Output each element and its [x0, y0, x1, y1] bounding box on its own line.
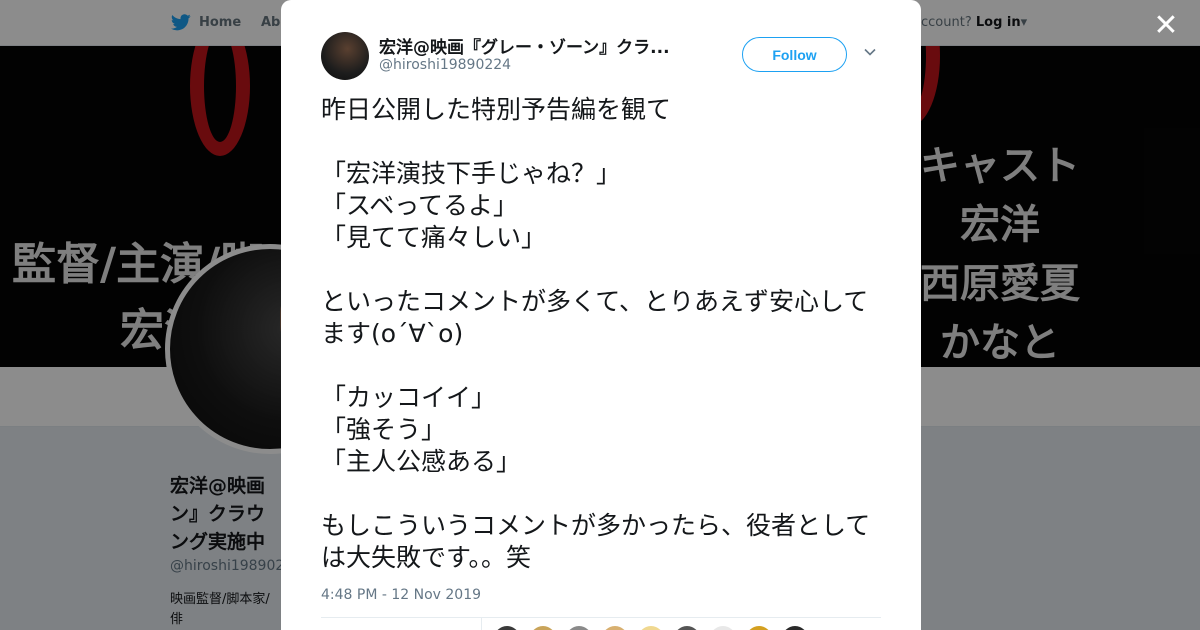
- liker-avatar[interactable]: [674, 626, 700, 630]
- liker-avatar[interactable]: [638, 626, 664, 630]
- divider: [481, 618, 482, 630]
- liker-avatar[interactable]: [710, 626, 736, 630]
- chevron-down-icon[interactable]: [864, 46, 876, 58]
- likers-avatars: [494, 626, 808, 630]
- close-icon[interactable]: ✕: [1152, 11, 1180, 41]
- liker-avatar[interactable]: [602, 626, 628, 630]
- tweet-text: 昨日公開した特別予告編を観て 「宏洋演技下手じゃね？」 「スベってるよ」 「見て…: [321, 95, 871, 572]
- tweet-author-avatar[interactable]: [321, 32, 369, 80]
- tweet-author-name[interactable]: 宏洋@映画『グレー・ゾーン』クラ...: [379, 33, 689, 58]
- tweet-modal: 宏洋@映画『グレー・ゾーン』クラ... @hiroshi19890224 Fol…: [281, 0, 921, 630]
- liker-avatar[interactable]: [746, 626, 772, 630]
- liker-avatar[interactable]: [566, 626, 592, 630]
- tweet-author-handle[interactable]: @hiroshi19890224: [379, 57, 511, 73]
- divider: [321, 617, 881, 618]
- tweet-timestamp[interactable]: 4:48 PM - 12 Nov 2019: [321, 587, 481, 603]
- follow-button[interactable]: Follow: [742, 37, 847, 72]
- liker-avatar[interactable]: [494, 626, 520, 630]
- liker-avatar[interactable]: [530, 626, 556, 630]
- liker-avatar[interactable]: [782, 626, 808, 630]
